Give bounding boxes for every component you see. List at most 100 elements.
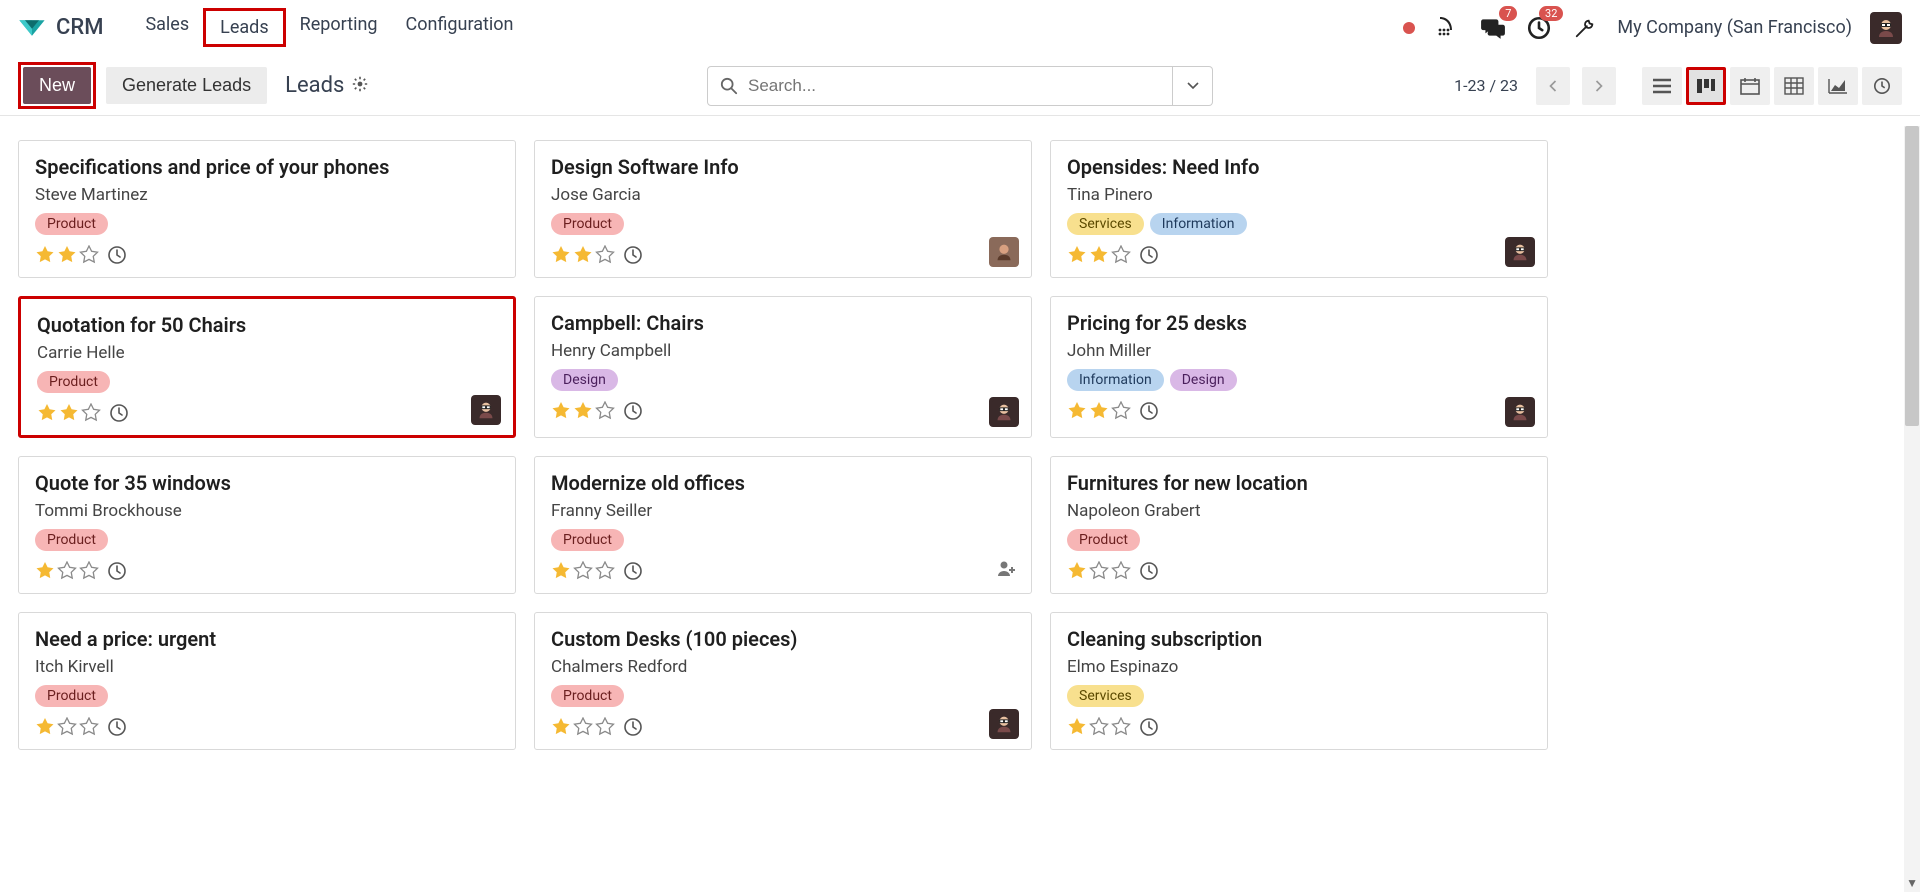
star-filled-icon[interactable]	[551, 401, 571, 421]
tag[interactable]: Services	[1067, 213, 1144, 235]
star-empty-icon[interactable]	[81, 403, 101, 423]
star-filled-icon[interactable]	[1067, 245, 1087, 265]
kanban-card[interactable]: Custom Desks (100 pieces)Chalmers Redfor…	[534, 612, 1032, 750]
assign-user-icon[interactable]	[997, 559, 1017, 581]
star-filled-icon[interactable]	[1067, 401, 1087, 421]
tag[interactable]: Product	[37, 371, 110, 393]
activity-clock-icon[interactable]	[1139, 401, 1159, 421]
search-dropdown-toggle[interactable]	[1173, 66, 1213, 106]
activity-clock-icon[interactable]	[623, 717, 643, 737]
recording-dot-icon[interactable]	[1403, 22, 1415, 34]
priority-stars[interactable]	[1067, 245, 1131, 265]
kanban-card[interactable]: Furnitures for new locationNapoleon Grab…	[1050, 456, 1548, 594]
star-empty-icon[interactable]	[1089, 717, 1109, 737]
view-calendar-button[interactable]	[1730, 67, 1770, 105]
nav-sales[interactable]: Sales	[131, 8, 203, 47]
pager-next-button[interactable]	[1582, 67, 1616, 105]
tag[interactable]: Product	[35, 213, 108, 235]
activities-icon[interactable]: 32	[1525, 14, 1553, 42]
kanban-card[interactable]: Pricing for 25 desksJohn MillerInformati…	[1050, 296, 1548, 438]
company-switcher[interactable]: My Company (San Francisco)	[1617, 17, 1852, 38]
assignee-avatar[interactable]	[1505, 237, 1535, 267]
star-filled-icon[interactable]	[35, 561, 55, 581]
kanban-scroll[interactable]: Specifications and price of your phonesS…	[0, 126, 1920, 892]
scrollbar-thumb[interactable]	[1905, 126, 1919, 426]
star-filled-icon[interactable]	[1067, 717, 1087, 737]
star-empty-icon[interactable]	[79, 717, 99, 737]
tag[interactable]: Product	[35, 529, 108, 551]
new-button[interactable]: New	[23, 67, 91, 104]
assignee-avatar[interactable]	[471, 395, 501, 425]
star-empty-icon[interactable]	[57, 561, 77, 581]
pager-prev-button[interactable]	[1536, 67, 1570, 105]
priority-stars[interactable]	[551, 561, 615, 581]
star-filled-icon[interactable]	[57, 245, 77, 265]
kanban-card[interactable]: Quotation for 50 ChairsCarrie HelleProdu…	[18, 296, 516, 438]
gear-icon[interactable]	[352, 73, 368, 98]
star-empty-icon[interactable]	[595, 561, 615, 581]
star-empty-icon[interactable]	[1111, 245, 1131, 265]
activity-clock-icon[interactable]	[107, 561, 127, 581]
star-filled-icon[interactable]	[35, 245, 55, 265]
star-filled-icon[interactable]	[573, 401, 593, 421]
star-empty-icon[interactable]	[573, 717, 593, 737]
activity-clock-icon[interactable]	[1139, 561, 1159, 581]
priority-stars[interactable]	[1067, 561, 1131, 581]
star-empty-icon[interactable]	[1111, 561, 1131, 581]
priority-stars[interactable]	[35, 245, 99, 265]
kanban-card[interactable]: Design Software InfoJose GarciaProduct	[534, 140, 1032, 278]
tag[interactable]: Product	[551, 529, 624, 551]
app-name[interactable]: CRM	[56, 15, 103, 40]
star-empty-icon[interactable]	[595, 401, 615, 421]
tag[interactable]: Product	[35, 685, 108, 707]
priority-stars[interactable]	[551, 245, 615, 265]
dialpad-icon[interactable]	[1433, 14, 1461, 42]
kanban-card[interactable]: Modernize old officesFranny SeillerProdu…	[534, 456, 1032, 594]
activity-clock-icon[interactable]	[1139, 717, 1159, 737]
view-list-button[interactable]	[1642, 67, 1682, 105]
messages-icon[interactable]: 7	[1479, 14, 1507, 42]
activity-clock-icon[interactable]	[623, 561, 643, 581]
tag[interactable]: Design	[551, 369, 618, 391]
star-filled-icon[interactable]	[35, 717, 55, 737]
tag[interactable]: Design	[1170, 369, 1237, 391]
view-pivot-button[interactable]	[1774, 67, 1814, 105]
activity-clock-icon[interactable]	[107, 717, 127, 737]
nav-leads[interactable]: Leads	[203, 8, 285, 47]
priority-stars[interactable]	[1067, 717, 1131, 737]
tag[interactable]: Product	[551, 685, 624, 707]
priority-stars[interactable]	[551, 717, 615, 737]
tag[interactable]: Information	[1067, 369, 1164, 391]
user-avatar[interactable]	[1870, 12, 1902, 44]
view-graph-button[interactable]	[1818, 67, 1858, 105]
scrollbar-down-arrow-icon[interactable]: ▼	[1906, 876, 1918, 890]
star-empty-icon[interactable]	[1111, 717, 1131, 737]
search-input[interactable]	[748, 76, 1160, 96]
nav-reporting[interactable]: Reporting	[286, 8, 392, 47]
star-filled-icon[interactable]	[551, 717, 571, 737]
star-filled-icon[interactable]	[59, 403, 79, 423]
star-empty-icon[interactable]	[79, 245, 99, 265]
pager-text[interactable]: 1-23 / 23	[1454, 76, 1518, 95]
generate-leads-button[interactable]: Generate Leads	[106, 67, 267, 104]
tag[interactable]: Information	[1150, 213, 1247, 235]
star-filled-icon[interactable]	[37, 403, 57, 423]
star-empty-icon[interactable]	[79, 561, 99, 581]
star-filled-icon[interactable]	[551, 561, 571, 581]
activity-clock-icon[interactable]	[107, 245, 127, 265]
view-kanban-button[interactable]	[1686, 67, 1726, 105]
assignee-avatar[interactable]	[1505, 397, 1535, 427]
star-filled-icon[interactable]	[1067, 561, 1087, 581]
priority-stars[interactable]	[37, 403, 101, 423]
activity-clock-icon[interactable]	[1139, 245, 1159, 265]
kanban-card[interactable]: Opensides: Need InfoTina PineroServicesI…	[1050, 140, 1548, 278]
star-empty-icon[interactable]	[573, 561, 593, 581]
assignee-avatar[interactable]	[989, 237, 1019, 267]
star-empty-icon[interactable]	[595, 717, 615, 737]
star-empty-icon[interactable]	[1089, 561, 1109, 581]
nav-configuration[interactable]: Configuration	[392, 8, 528, 47]
tools-icon[interactable]	[1571, 14, 1599, 42]
kanban-card[interactable]: Need a price: urgentItch KirvellProduct	[18, 612, 516, 750]
priority-stars[interactable]	[35, 561, 99, 581]
search-box[interactable]	[707, 66, 1173, 106]
